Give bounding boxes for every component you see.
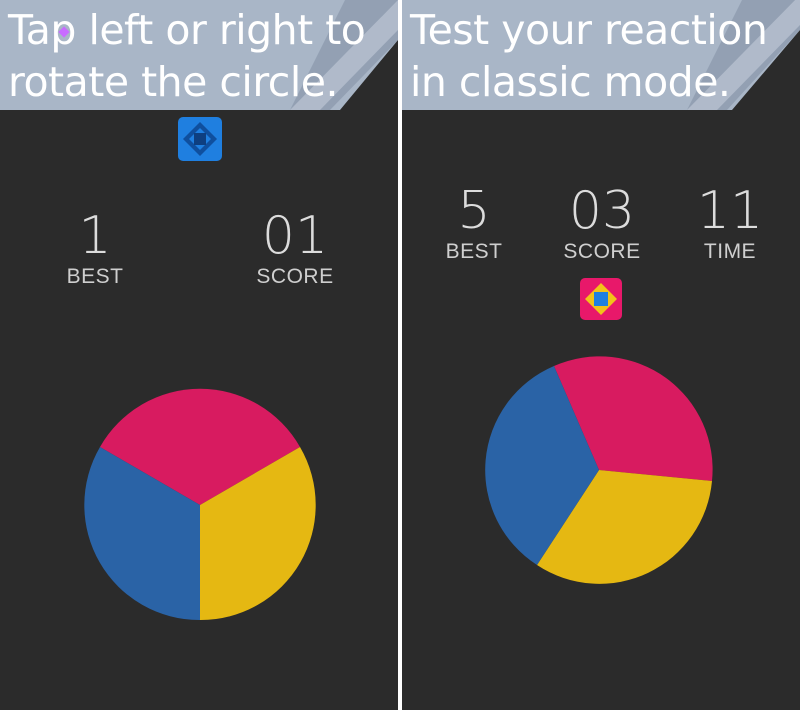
color-wheel[interactable] <box>80 385 320 625</box>
best-label: BEST <box>66 265 124 288</box>
screen-tap-mode: Tap left or right to rotate the circle. … <box>0 0 398 710</box>
time-label: TIME <box>703 240 757 263</box>
pink-diamond-app-icon <box>580 278 622 320</box>
caption-text: Tap left or right to rotate the circle. <box>8 4 366 108</box>
time-value: 11 <box>696 181 764 241</box>
best-value: 5 <box>457 181 491 241</box>
best-stat: 5 BEST <box>424 183 524 265</box>
score-label: SCORE <box>256 265 334 288</box>
blue-diamond-app-icon <box>178 117 222 161</box>
best-label: BEST <box>445 240 503 263</box>
score-value: 01 <box>261 206 329 266</box>
score-value: 03 <box>568 181 636 241</box>
screen-classic-mode: Test your reaction in classic mode. 5 BE… <box>402 0 800 710</box>
caption-text: Test your reaction in classic mode. <box>410 4 768 108</box>
score-stat: 03 SCORE <box>547 183 657 265</box>
time-stat: 11 TIME <box>680 183 780 265</box>
color-wheel[interactable] <box>482 354 722 594</box>
score-label: SCORE <box>563 240 641 263</box>
caption-line-2: in classic mode. <box>410 58 731 106</box>
best-value: 1 <box>78 206 112 266</box>
score-stat: 01 SCORE <box>240 208 350 290</box>
best-stat: 1 BEST <box>45 208 145 290</box>
caption-line-1: Test your reaction <box>410 6 768 54</box>
caption-line-2: rotate the circle. <box>8 58 338 106</box>
